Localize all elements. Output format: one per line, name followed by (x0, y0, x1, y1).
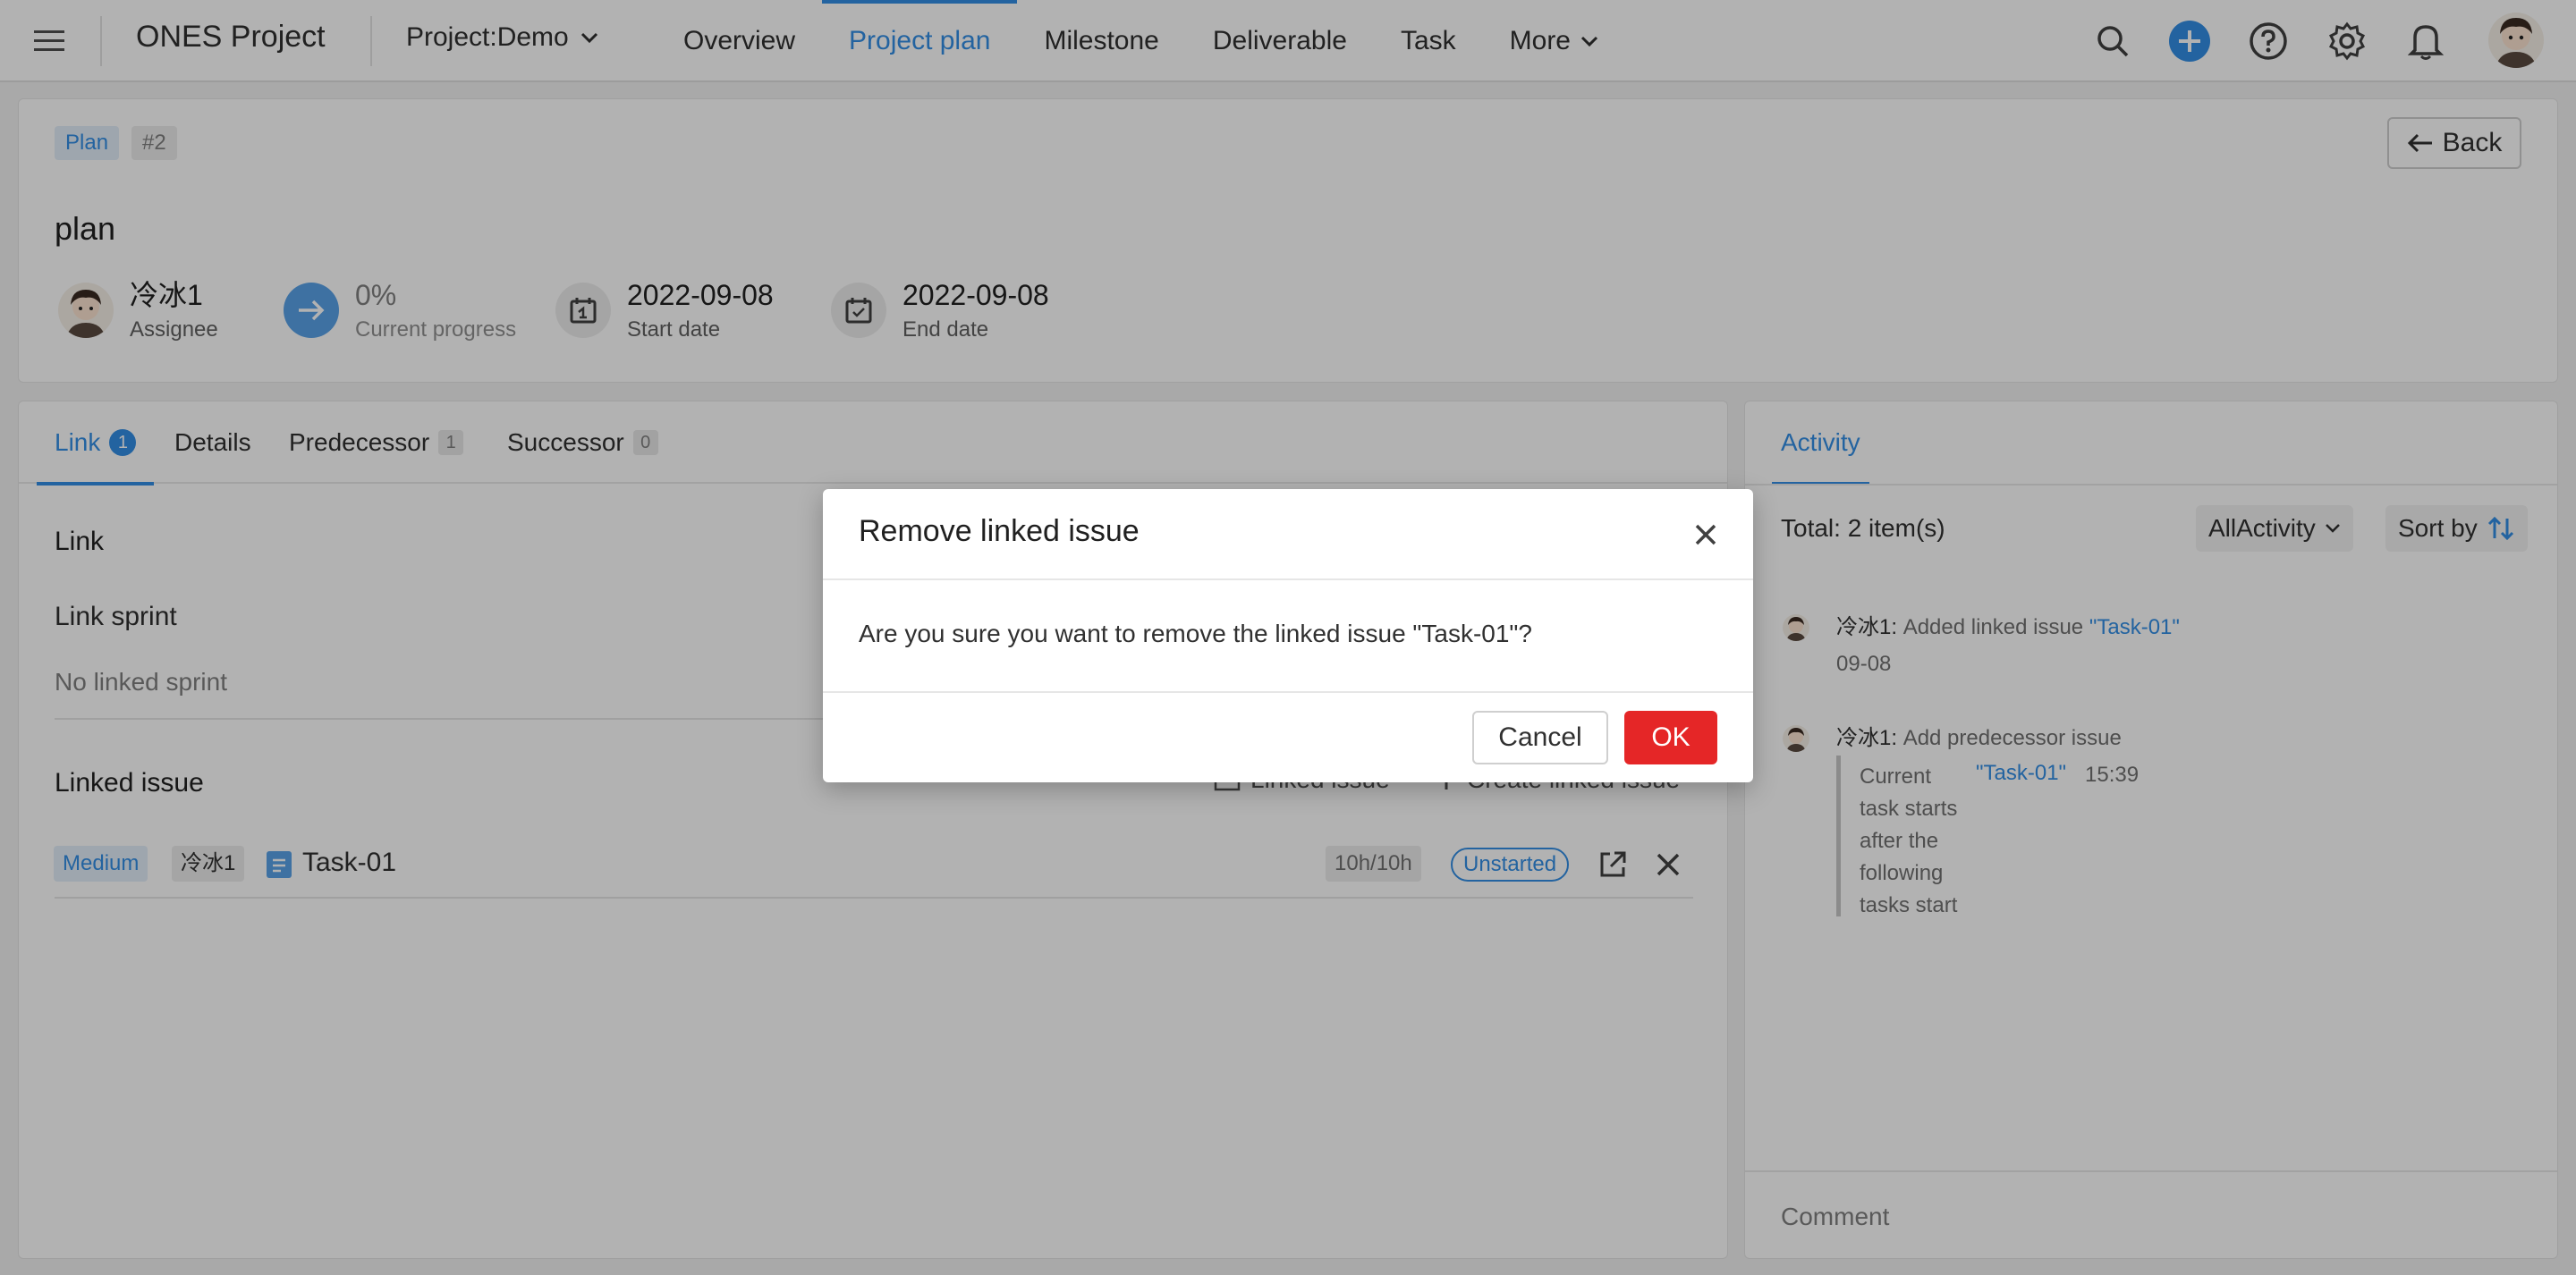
divider (823, 578, 1753, 580)
cancel-button[interactable]: Cancel (1472, 711, 1608, 764)
ok-button[interactable]: OK (1624, 711, 1717, 764)
remove-linked-issue-dialog: Remove linked issue Are you sure you wan… (823, 489, 1753, 782)
dialog-message: Are you sure you want to remove the link… (859, 620, 1532, 647)
dialog-title: Remove linked issue (859, 514, 1140, 548)
divider (823, 691, 1753, 693)
close-icon[interactable] (1692, 521, 1719, 548)
